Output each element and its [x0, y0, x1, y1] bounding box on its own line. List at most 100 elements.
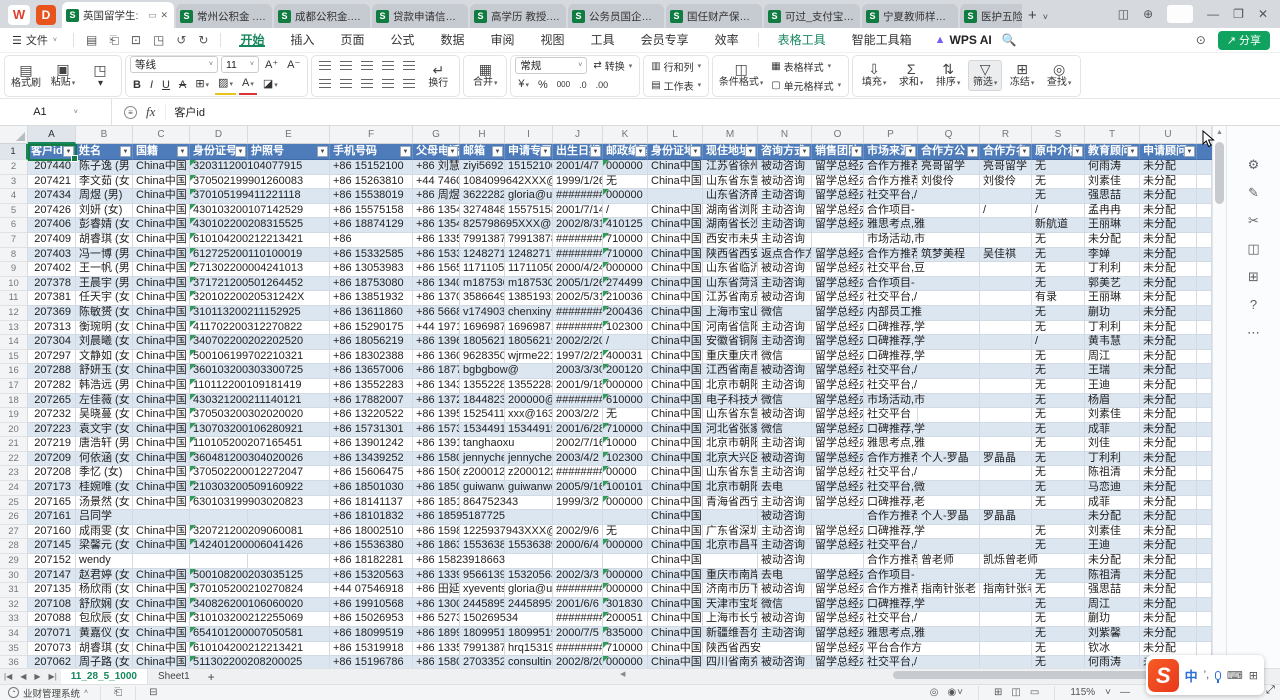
- cell[interactable]: ########: [553, 612, 603, 627]
- cell[interactable]: 无: [1032, 394, 1085, 409]
- cell[interactable]: 无: [1032, 642, 1085, 657]
- ime-punctuation-toggle[interactable]: ’,: [1204, 669, 1210, 681]
- cell[interactable]: 被动咨询: [758, 160, 812, 175]
- cell[interactable]: [980, 394, 1032, 409]
- cell[interactable]: +86 18002510: [330, 525, 413, 540]
- cell[interactable]: 未分配: [1140, 612, 1197, 627]
- maximize-button[interactable]: ❐: [1233, 7, 1244, 21]
- cell[interactable]: m1875308: [505, 277, 553, 292]
- row-number-17[interactable]: 17: [0, 379, 28, 394]
- cell[interactable]: [1197, 233, 1212, 248]
- align-icon[interactable]: [400, 77, 418, 93]
- cell[interactable]: China中国: [133, 496, 190, 511]
- cell[interactable]: 207440: [28, 160, 76, 175]
- cell[interactable]: 口碑推荐,学: [864, 335, 980, 350]
- cell[interactable]: 无: [1032, 525, 1085, 540]
- cell[interactable]: China中国: [648, 569, 703, 584]
- cell[interactable]: [1197, 394, 1212, 409]
- redo-icon[interactable]: ↻: [192, 33, 214, 47]
- cell[interactable]: 上海市宝山: [703, 306, 758, 321]
- filter-dropdown-icon[interactable]: ▼: [905, 146, 916, 157]
- cell[interactable]: 207426: [28, 204, 76, 219]
- cell[interactable]: ########: [553, 642, 603, 657]
- first-sheet-button[interactable]: |◀: [0, 672, 16, 681]
- cell[interactable]: 留学总经办: [812, 248, 864, 263]
- filter-dropdown-icon[interactable]: ▼: [690, 146, 701, 157]
- fx-icon[interactable]: fx: [146, 104, 155, 120]
- row-number-2[interactable]: 2: [0, 160, 28, 175]
- cell[interactable]: 北京市朝阳: [703, 481, 758, 496]
- row-number-18[interactable]: 18: [0, 394, 28, 409]
- row-number-24[interactable]: 24: [0, 481, 28, 496]
- cell[interactable]: 630103199903020823: [190, 496, 330, 511]
- system-menu[interactable]: 业财管理系统: [23, 686, 80, 700]
- help-icon[interactable]: ?: [1250, 298, 1257, 311]
- cell[interactable]: 江西省南昌: [703, 364, 758, 379]
- cell[interactable]: 刘紫馨: [1085, 627, 1140, 642]
- cell[interactable]: 142401200006041426: [190, 539, 330, 554]
- wps-docs-icon[interactable]: D: [36, 5, 56, 25]
- cell[interactable]: 刘素佳: [1085, 525, 1140, 540]
- doc-panel-icon[interactable]: ⎗: [107, 687, 129, 698]
- cell[interactable]: 207152: [28, 554, 76, 569]
- cell[interactable]: China中国: [648, 627, 703, 642]
- cell[interactable]: 郭美艺: [1085, 277, 1140, 292]
- cell[interactable]: 被动咨询: [758, 175, 812, 190]
- wps-logo-icon[interactable]: W: [8, 5, 30, 25]
- cell[interactable]: China中国: [648, 160, 703, 175]
- cell[interactable]: +86 18099519: [330, 627, 413, 642]
- cell[interactable]: 未分配: [1140, 627, 1197, 642]
- cell[interactable]: +44 7460762888: [413, 175, 460, 190]
- cell[interactable]: 刘妍 (女): [76, 204, 133, 219]
- cell[interactable]: 610104200212213421: [190, 233, 330, 248]
- cell[interactable]: 000000: [603, 539, 648, 554]
- cell[interactable]: China中国: [648, 554, 758, 569]
- cell[interactable]: 2001/6/28: [553, 423, 603, 438]
- grid-icon[interactable]: ⊞: [1248, 270, 1259, 283]
- menu-item-2[interactable]: 页面: [327, 33, 377, 47]
- cell[interactable]: China中国: [648, 656, 703, 668]
- sort-button[interactable]: ⇅排序▾: [931, 61, 965, 90]
- cell[interactable]: jennychen7: [505, 452, 553, 467]
- italic-button[interactable]: I: [147, 77, 156, 93]
- cell[interactable]: 周江: [1085, 350, 1140, 365]
- cell[interactable]: 135522836: [460, 379, 505, 394]
- row-number-22[interactable]: 22: [0, 452, 28, 467]
- cell[interactable]: 未分配: [1140, 423, 1197, 438]
- cell[interactable]: 411702200312270822: [190, 321, 330, 336]
- cell[interactable]: China中国: [648, 335, 703, 350]
- row-number-9[interactable]: 9: [0, 262, 28, 277]
- cell[interactable]: [980, 656, 1032, 668]
- filter-dropdown-icon[interactable]: ▼: [317, 146, 328, 157]
- column-letter-B[interactable]: B: [76, 126, 133, 144]
- cell[interactable]: 山东省临沂: [703, 262, 758, 277]
- cell[interactable]: +86 18141137: [330, 496, 413, 511]
- cell[interactable]: 留学总经办: [812, 437, 864, 452]
- cell[interactable]: 无: [1032, 423, 1085, 438]
- column-header-K[interactable]: 邮政编码▼: [603, 144, 648, 160]
- column-letter-D[interactable]: D: [190, 126, 248, 144]
- cell[interactable]: 未分配: [1140, 525, 1197, 540]
- cell[interactable]: 未分配: [1140, 306, 1197, 321]
- cell[interactable]: China中国: [648, 277, 703, 292]
- row-number-8[interactable]: 8: [0, 248, 28, 263]
- cell[interactable]: 彭睿婧 (女: [76, 218, 133, 233]
- search-icon[interactable]: 🔍: [1002, 33, 1017, 47]
- cell[interactable]: 主动咨询: [758, 189, 812, 204]
- cell[interactable]: 主动咨询: [758, 218, 812, 233]
- cell[interactable]: 无: [1032, 306, 1085, 321]
- cell[interactable]: 汤景然 (女: [76, 496, 133, 511]
- cell[interactable]: 刘晨曦 (女: [76, 335, 133, 350]
- cell[interactable]: 无: [1032, 233, 1085, 248]
- cell[interactable]: 000000: [603, 262, 648, 277]
- increase-decimal-button[interactable]: .00: [593, 77, 612, 93]
- cell[interactable]: [1197, 291, 1212, 306]
- cell[interactable]: 110105200207165451: [190, 437, 330, 452]
- chevron-up-icon[interactable]: ˄: [84, 689, 88, 696]
- column-header-B[interactable]: 姓名▼: [76, 144, 133, 160]
- cell[interactable]: 301830: [603, 598, 648, 613]
- cell[interactable]: 未分配: [1140, 189, 1197, 204]
- cell[interactable]: +86 13548668953: [413, 204, 460, 219]
- cell[interactable]: [1197, 598, 1212, 613]
- cell[interactable]: 500108200203035125: [190, 569, 330, 584]
